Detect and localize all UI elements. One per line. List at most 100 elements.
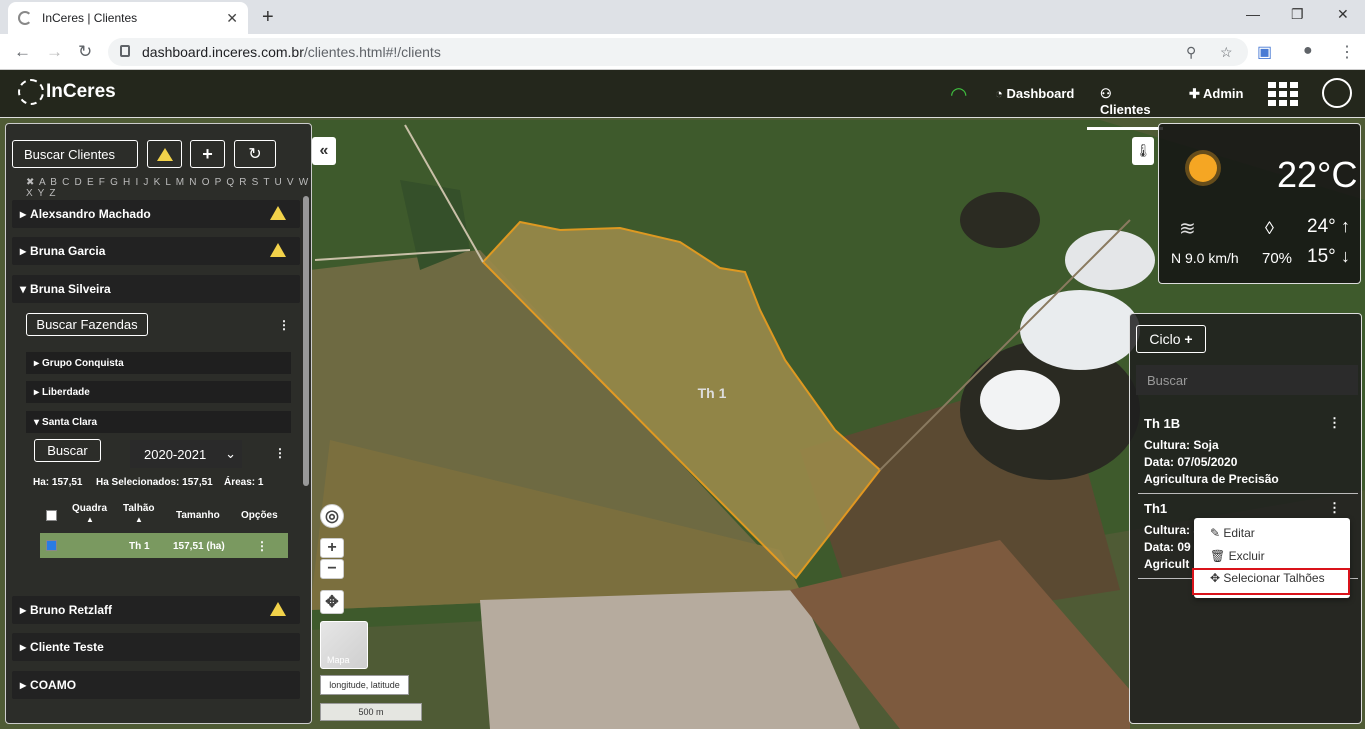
warning-filter-button[interactable] — [147, 140, 182, 168]
cell-tamanho: 157,51 (ha) — [173, 541, 225, 552]
wifi-icon: ◠ — [950, 84, 968, 106]
address-bar[interactable]: dashboard.inceres.com.br/clientes.html#!… — [108, 38, 1248, 66]
zoom-out-button[interactable]: − — [320, 559, 344, 579]
back-icon[interactable]: ← — [14, 42, 31, 62]
close-tab-icon[interactable]: ✕ — [226, 10, 238, 27]
tab-title: InCeres | Clientes — [42, 11, 138, 25]
minimize-icon[interactable]: — — [1246, 6, 1260, 22]
menu-edit[interactable]: ✎ Editar — [1210, 526, 1255, 540]
logo-ring-icon — [18, 79, 44, 105]
map-type-label: Mapa — [327, 655, 350, 665]
cycle-search-input[interactable]: Buscar — [1136, 365, 1358, 395]
sun-icon — [1189, 154, 1217, 182]
browser-tabbar: InCeres | Clientes ✕ + — ❐ ✕ — [0, 0, 1365, 34]
farm-name: Liberdade — [42, 386, 90, 398]
divider — [1138, 493, 1358, 494]
coordinate-readout: longitude, latitude — [320, 675, 409, 695]
farm-options-kebab[interactable]: ⋮ — [278, 318, 290, 332]
menu-edit-label: Editar — [1223, 526, 1255, 540]
cycle-item-name[interactable]: Th 1B — [1144, 416, 1180, 431]
zoom-in-button[interactable]: + — [320, 538, 344, 558]
chevron-down-icon: ⌄ — [225, 446, 236, 461]
search-farms-button[interactable]: Buscar Fazendas — [26, 313, 148, 336]
farm-item[interactable]: ▸ Liberdade — [26, 381, 291, 403]
client-name: Bruna Silveira — [30, 282, 111, 296]
client-name: Bruno Retzlaff — [30, 603, 113, 617]
client-name: COAMO — [30, 678, 77, 692]
scale-bar: 500 m — [320, 703, 422, 721]
client-item[interactable]: ▸ COAMO — [12, 671, 300, 699]
select-all-checkbox[interactable] — [46, 510, 57, 521]
weather-widget: 22°C ≋ N 9.0 km/h ◊ 70% 24° ↑ 15° ↓ — [1158, 123, 1361, 284]
farm-item[interactable]: ▸ Grupo Conquista — [26, 352, 291, 374]
move-icon[interactable]: ✥ — [320, 590, 344, 614]
nav-clientes[interactable]: ⚇ Clientes — [1087, 86, 1163, 130]
client-item[interactable]: ▾ Bruna Silveira — [12, 275, 300, 303]
map-type-toggle[interactable]: Mapa — [320, 621, 368, 669]
col-talhao[interactable]: Talhão — [123, 503, 154, 514]
client-item[interactable]: ▸ Bruna Garcia — [12, 237, 300, 265]
alphabet-filter[interactable]: ✖ A B C D E F G H I J K L M N O P Q R S … — [26, 177, 311, 199]
user-avatar-icon[interactable] — [1322, 78, 1352, 108]
client-name: Cliente Teste — [30, 640, 104, 654]
add-cycle-button[interactable]: Ciclo + — [1136, 325, 1206, 353]
reload-icon[interactable]: ↻ — [78, 42, 92, 62]
zoom-icon[interactable]: ⚲ — [1186, 44, 1196, 61]
app: Th 1 InCeres ◠ ◔ Dashboard ⚇ Clientes ✚ … — [0, 70, 1365, 729]
logo-text: InCeres — [46, 81, 116, 102]
weather-wind: N 9.0 km/h — [1171, 250, 1239, 266]
close-window-icon[interactable]: ✕ — [1337, 6, 1349, 23]
menu-kebab-icon[interactable]: ⋮ — [1339, 42, 1355, 62]
client-item[interactable]: ▸ Cliente Teste — [12, 633, 300, 661]
profile-icon[interactable]: ● — [1303, 42, 1313, 60]
browser-tab[interactable]: InCeres | Clientes ✕ — [8, 2, 248, 34]
sort-icon[interactable]: ▲ — [135, 515, 143, 524]
scrollbar[interactable] — [303, 196, 309, 486]
cycle-options-kebab[interactable]: ⋮ — [1328, 415, 1341, 431]
cycle-item-cultura: Cultura: Soja — [1144, 438, 1219, 452]
table-row[interactable]: Th 1 157,51 (ha) ⋮ — [40, 533, 288, 558]
season-options-kebab[interactable]: ⋮ — [274, 446, 286, 460]
cycle-item-name[interactable]: Th1 — [1144, 501, 1167, 516]
menu-delete[interactable]: 🗑 Excluir — [1210, 549, 1265, 563]
client-item[interactable]: ▸ Alexsandro Machado — [12, 200, 300, 228]
arrow-up-icon: ↑ — [1341, 216, 1350, 236]
apps-grid-icon[interactable] — [1268, 82, 1298, 106]
forward-icon[interactable]: → — [46, 42, 63, 62]
client-item[interactable]: ▸ Bruno Retzlaff — [12, 596, 300, 624]
highlight-box — [1192, 568, 1350, 595]
cycle-item-data: Data: 09 — [1144, 540, 1191, 554]
cycle-options-kebab[interactable]: ⋮ — [1328, 500, 1341, 516]
refresh-button[interactable]: ↻ — [234, 140, 276, 168]
maximize-icon[interactable]: ❐ — [1291, 6, 1304, 23]
weather-max: 24° — [1307, 216, 1336, 237]
search-button[interactable]: Buscar — [34, 439, 101, 462]
farm-item[interactable]: ▾ Santa Clara — [26, 411, 291, 433]
collapse-panel-button[interactable]: « — [312, 137, 336, 165]
warning-icon — [270, 243, 286, 257]
wind-icon: ≋ — [1179, 218, 1196, 240]
nav-admin[interactable]: ✚ Admin — [1189, 86, 1243, 102]
search-clients-button[interactable]: Buscar Clientes — [12, 140, 138, 168]
translate-icon[interactable]: ▣ — [1257, 42, 1272, 62]
weather-temp: 22°C — [1277, 154, 1358, 195]
client-name: Alexsandro Machado — [30, 207, 151, 221]
inceres-logo[interactable]: InCeres — [18, 79, 116, 105]
farm-name: Santa Clara — [42, 416, 98, 428]
row-checkbox[interactable] — [46, 540, 57, 551]
col-quadra[interactable]: Quadra — [72, 503, 107, 514]
bookmark-star-icon[interactable]: ☆ — [1220, 44, 1233, 61]
stat-ha-selected: Ha Selecionados: 157,51 — [96, 477, 213, 488]
col-opcoes: Opções — [241, 510, 278, 521]
new-tab-icon[interactable]: + — [262, 6, 274, 29]
season-select[interactable]: 2020-2021 ⌄ — [130, 440, 242, 468]
sort-icon[interactable]: ▲ — [86, 515, 94, 524]
compass-icon[interactable]: ◎ — [320, 504, 344, 528]
thermometer-icon[interactable]: 🌡 — [1132, 137, 1154, 165]
arrow-down-icon: ↓ — [1341, 246, 1350, 266]
nav-dashboard[interactable]: ◔ Dashboard — [995, 86, 1074, 101]
warning-icon — [270, 602, 286, 616]
stat-areas: Áreas: 1 — [224, 477, 264, 488]
add-client-button[interactable]: + — [190, 140, 225, 168]
row-options-kebab[interactable]: ⋮ — [256, 539, 268, 553]
